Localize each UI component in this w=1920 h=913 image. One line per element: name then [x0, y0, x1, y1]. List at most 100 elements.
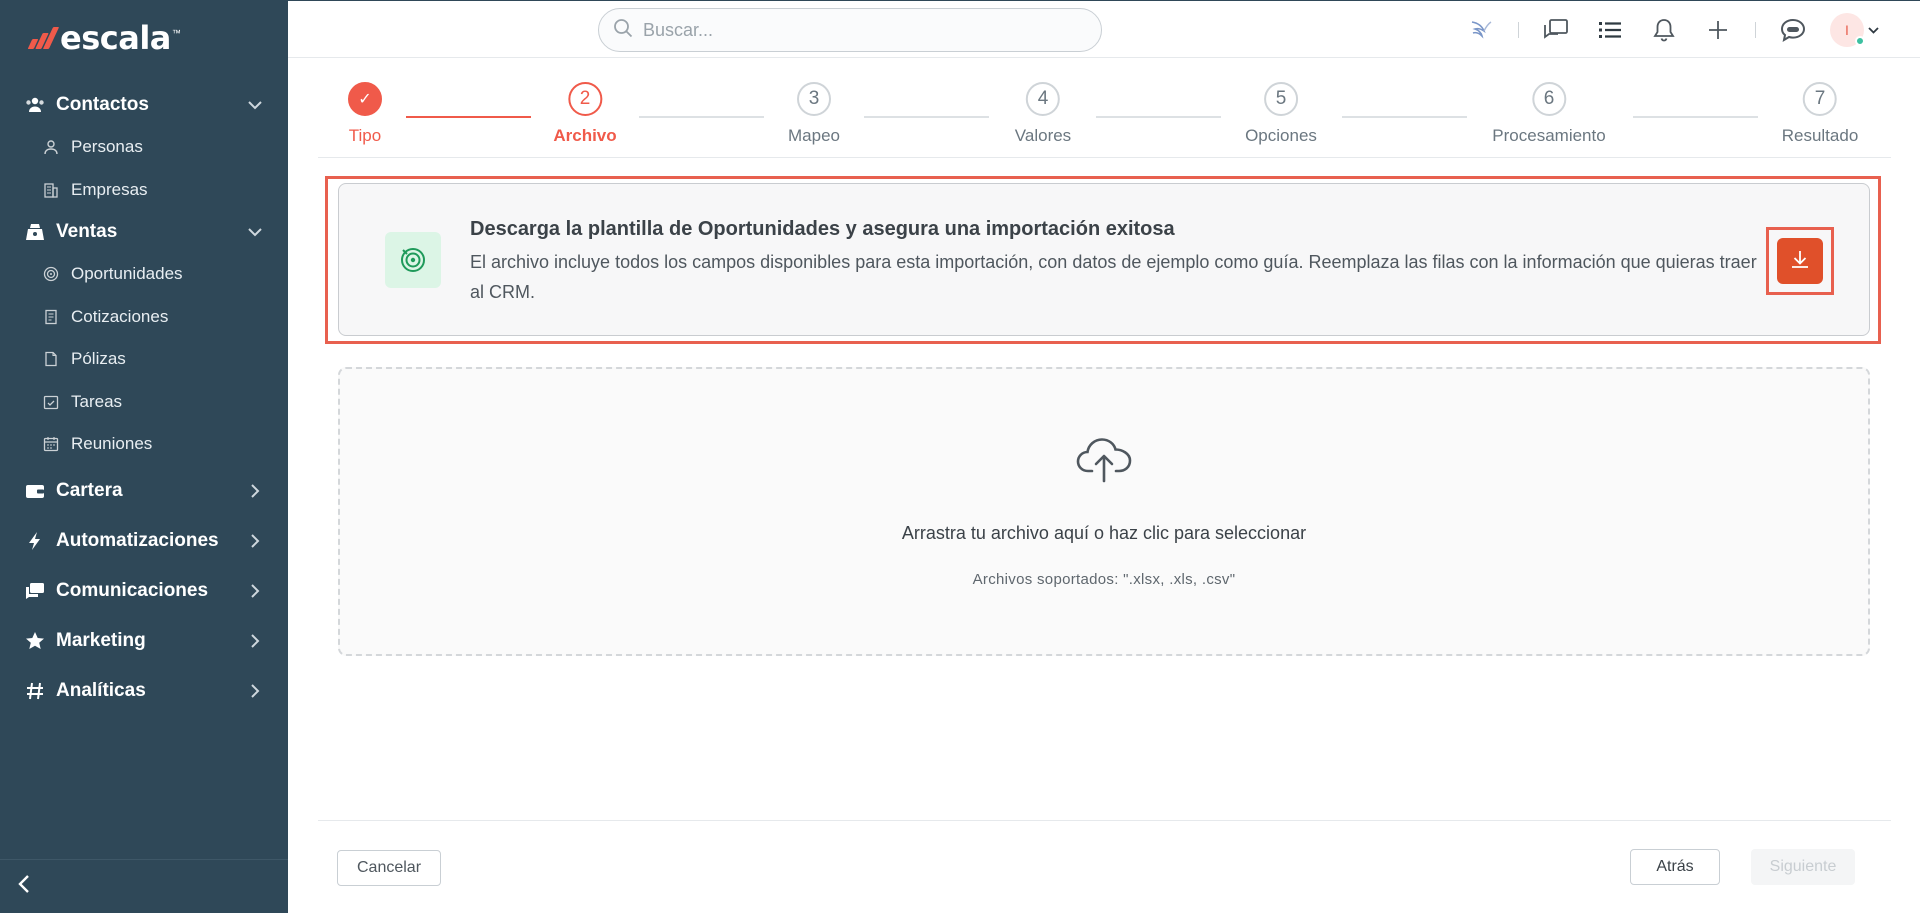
sidebar-collapse-button[interactable] — [0, 859, 288, 913]
step-connector — [1342, 116, 1467, 118]
step-label: Tipo — [348, 126, 382, 145]
sidebar-section-label: Ventas — [56, 221, 118, 242]
sidebar-item-personas[interactable]: Personas — [0, 126, 288, 169]
sidebar-item-polizas[interactable]: Pólizas — [0, 338, 288, 381]
step-connector — [639, 116, 764, 118]
step-number: 4 — [1025, 82, 1060, 116]
step-mapeo[interactable]: 3 Mapeo — [788, 82, 840, 146]
step-label: Mapeo — [788, 126, 840, 145]
sidebar-section-contactos[interactable]: Contactos — [0, 84, 288, 126]
bell-icon[interactable] — [1647, 13, 1681, 47]
sidebar-section-comunicaciones[interactable]: Comunicaciones — [0, 570, 288, 612]
sidebar-section-label: Contactos — [56, 94, 149, 115]
download-icon — [1789, 248, 1811, 275]
chevron-down-icon — [246, 223, 264, 241]
building-icon — [42, 181, 60, 199]
chevron-down-icon[interactable] — [1868, 21, 1879, 39]
sidebar-item-label: Tareas — [71, 391, 123, 411]
star-icon — [24, 630, 46, 652]
sidebar-section-ventas[interactable]: Ventas — [0, 211, 288, 253]
document-icon — [42, 350, 60, 368]
step-label: Resultado — [1781, 126, 1859, 145]
cancel-button[interactable]: Cancelar — [337, 850, 441, 886]
step-procesamiento[interactable]: 6 Procesamiento — [1492, 82, 1606, 146]
dropzone-title: Arrastra tu archivo aquí o haz clic para… — [901, 523, 1307, 543]
search-input[interactable] — [643, 19, 1083, 41]
topbar-actions: I — [1464, 1, 1879, 59]
escala-logo[interactable]: escala ™ — [27, 19, 181, 57]
chevron-right-icon — [246, 682, 264, 700]
avatar-initial: I — [1845, 22, 1849, 38]
sidebar-item-label: Oportunidades — [71, 264, 183, 284]
chat-icon — [24, 580, 46, 602]
person-icon — [42, 138, 60, 156]
search-box[interactable] — [598, 8, 1102, 52]
sidebar-section-label: Analíticas — [56, 679, 146, 701]
task-check-icon — [42, 393, 60, 411]
cloud-upload-icon — [1075, 431, 1133, 488]
sidebar-section-label: Marketing — [56, 629, 146, 651]
step-number: 7 — [1803, 82, 1837, 116]
next-button[interactable]: Siguiente — [1751, 849, 1855, 885]
template-description: El archivo incluye todos los campos disp… — [470, 252, 1757, 302]
search-icon — [613, 18, 633, 43]
sidebar-section-cartera[interactable]: Cartera — [0, 470, 288, 512]
sales-icon — [24, 221, 46, 243]
support-chat-icon[interactable] — [1776, 13, 1810, 47]
sidebar: escala ™ Contactos Personas Empresas Ven… — [0, 0, 288, 913]
step-connector — [864, 116, 989, 118]
step-resultado[interactable]: 7 Resultado — [1781, 82, 1859, 146]
back-button[interactable]: Atrás — [1630, 849, 1720, 885]
sidebar-item-label: Reuniones — [71, 434, 153, 454]
sidebar-section-marketing[interactable]: Marketing — [0, 620, 288, 662]
sidebar-item-reuniones[interactable]: Reuniones — [0, 423, 288, 466]
sidebar-item-label: Empresas — [71, 179, 148, 199]
sidebar-item-oportunidades[interactable]: Oportunidades — [0, 253, 288, 296]
template-download-card: Descarga la plantilla de Oportunidades y… — [338, 183, 1870, 336]
quote-icon — [42, 308, 60, 326]
wallet-icon — [24, 480, 46, 502]
template-title: Descarga la plantilla de Oportunidades y… — [470, 218, 1175, 240]
step-valores[interactable]: 4 Valores — [1015, 82, 1071, 146]
avatar[interactable]: I — [1830, 13, 1865, 47]
step-tipo[interactable]: ✓ Tipo — [348, 82, 382, 146]
calendar-icon — [42, 435, 60, 453]
chevron-right-icon — [246, 532, 264, 550]
logo-mark-icon — [27, 27, 60, 49]
bird-logo-icon[interactable] — [1464, 13, 1498, 47]
dropzone-supported-formats: Archivos soportados: ".xlsx, .xls, .csv" — [972, 571, 1236, 588]
online-status-dot — [1855, 36, 1865, 46]
sidebar-item-label: Cotizaciones — [71, 306, 169, 326]
step-label: Archivo — [553, 126, 617, 145]
step-opciones[interactable]: 5 Opciones — [1245, 82, 1317, 146]
sidebar-item-label: Personas — [71, 137, 143, 157]
step-label: Opciones — [1245, 126, 1317, 145]
chevron-down-icon — [246, 96, 264, 114]
sidebar-section-label: Automatizaciones — [56, 529, 219, 551]
sidebar-section-automatizaciones[interactable]: Automatizaciones — [0, 520, 288, 562]
step-number: ✓ — [348, 82, 382, 116]
sidebar-item-tareas[interactable]: Tareas — [0, 381, 288, 424]
target-icon — [385, 232, 441, 288]
step-archivo[interactable]: 2 Archivo — [553, 82, 617, 146]
chevron-right-icon — [246, 582, 264, 600]
sidebar-item-label: Pólizas — [71, 349, 126, 369]
sidebar-section-analiticas[interactable]: Analíticas — [0, 670, 288, 712]
footer-divider — [318, 820, 1891, 821]
chevron-right-icon — [246, 632, 264, 650]
step-connector — [406, 116, 531, 118]
sidebar-item-empresas[interactable]: Empresas — [0, 169, 288, 212]
list-icon[interactable] — [1593, 13, 1627, 47]
sidebar-item-cotizaciones[interactable]: Cotizaciones — [0, 296, 288, 339]
step-connector — [1633, 116, 1758, 118]
hash-icon — [24, 680, 46, 702]
logo-trademark: ™ — [171, 28, 181, 38]
download-template-button[interactable] — [1777, 238, 1823, 284]
file-dropzone[interactable]: Arrastra tu archivo aquí o haz clic para… — [338, 367, 1870, 656]
divider — [1755, 22, 1756, 38]
lightning-icon — [24, 530, 46, 552]
messages-icon[interactable] — [1539, 13, 1573, 47]
import-stepper: ✓ Tipo 2 Archivo 3 Mapeo 4 Valores 5 Opc… — [318, 58, 1891, 158]
sidebar-section-label: Cartera — [56, 479, 123, 501]
plus-icon[interactable] — [1701, 13, 1735, 47]
